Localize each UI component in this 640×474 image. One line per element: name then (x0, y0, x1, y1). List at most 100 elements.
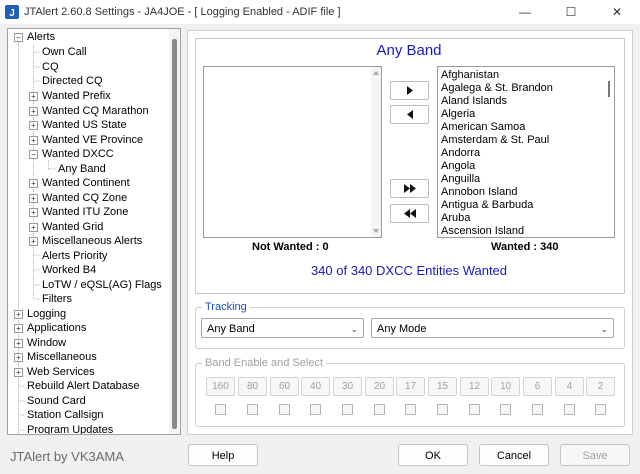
band-button-10[interactable]: 10 (491, 377, 520, 396)
band-button-30[interactable]: 30 (333, 377, 362, 396)
band-button-2[interactable]: 2 (586, 377, 615, 396)
band-button-40[interactable]: 40 (301, 377, 330, 396)
band-checkbox-2[interactable] (595, 404, 606, 415)
expand-icon[interactable]: + (14, 310, 23, 319)
band-checkbox-15[interactable] (437, 404, 448, 415)
list-item[interactable]: Anguilla (441, 173, 480, 186)
not-wanted-list[interactable] (203, 66, 382, 238)
band-button-12[interactable]: 12 (460, 377, 489, 396)
tree-item-wanted-prefix[interactable]: Wanted Prefix (42, 89, 111, 103)
band-checkbox-160[interactable] (215, 404, 226, 415)
expand-icon[interactable]: + (14, 353, 23, 362)
expand-icon[interactable]: + (29, 223, 38, 232)
tree-scrollbar-thumb[interactable] (172, 39, 177, 429)
tree-item-wanted-dxcc[interactable]: Wanted DXCC (42, 147, 114, 161)
band-checkbox-30[interactable] (342, 404, 353, 415)
band-checkbox-80[interactable] (247, 404, 258, 415)
band-button-17[interactable]: 17 (396, 377, 425, 396)
tree-item-miscellaneous[interactable]: Miscellaneous (27, 350, 97, 364)
band-checkbox-6[interactable] (532, 404, 543, 415)
collapse-icon[interactable]: − (29, 150, 38, 159)
tree-scrollbar[interactable] (169, 29, 180, 434)
expand-icon[interactable]: + (29, 237, 38, 246)
expand-icon[interactable]: + (29, 121, 38, 130)
band-button-4[interactable]: 4 (555, 377, 584, 396)
list-item[interactable]: Algeria (441, 108, 475, 121)
list-item[interactable]: Ascension Island (441, 225, 524, 237)
band-checkbox-20[interactable] (374, 404, 385, 415)
tree-item-sound-card[interactable]: Sound Card (27, 394, 86, 408)
expand-icon[interactable]: + (14, 339, 23, 348)
minimize-button[interactable]: — (502, 0, 548, 24)
help-button[interactable]: Help (188, 444, 258, 466)
tree-item-wanted-cq-marathon[interactable]: Wanted CQ Marathon (42, 104, 149, 118)
save-button[interactable]: Save (560, 444, 630, 466)
band-button-15[interactable]: 15 (428, 377, 457, 396)
band-button-6[interactable]: 6 (523, 377, 552, 396)
band-checkbox-17[interactable] (405, 404, 416, 415)
band-button-80[interactable]: 80 (238, 377, 267, 396)
band-checkbox-12[interactable] (469, 404, 480, 415)
list-item[interactable]: Amsterdam & St. Paul (441, 134, 549, 147)
band-button-160[interactable]: 160 (206, 377, 235, 396)
collapse-icon[interactable]: − (14, 33, 23, 42)
tree-item-cq[interactable]: CQ (42, 60, 59, 74)
expand-icon[interactable]: + (14, 368, 23, 377)
tree-item-station-callsign[interactable]: Station Callsign (27, 408, 103, 422)
band-button-20[interactable]: 20 (365, 377, 394, 396)
list-item[interactable]: American Samoa (441, 121, 525, 134)
list-item[interactable]: Aland Islands (441, 95, 507, 108)
tree-item-worked-b4[interactable]: Worked B4 (42, 263, 96, 277)
band-button-60[interactable]: 60 (270, 377, 299, 396)
tree-item-program-updates[interactable]: Program Updates (27, 423, 113, 434)
list-item[interactable]: Antigua & Barbuda (441, 199, 533, 212)
tree-item-wanted-itu-zone[interactable]: Wanted ITU Zone (42, 205, 128, 219)
wanted-scrollbar-thumb[interactable] (608, 81, 610, 97)
tree-item-web-services[interactable]: Web Services (27, 365, 95, 379)
tree-item-miscellaneous-alerts[interactable]: Miscellaneous Alerts (42, 234, 142, 248)
add-all-button[interactable] (390, 179, 429, 198)
tree-item-wanted-ve-province[interactable]: Wanted VE Province (42, 133, 143, 147)
tree-item-own-call[interactable]: Own Call (42, 45, 87, 59)
ok-button[interactable]: OK (398, 444, 468, 466)
tree-item-filters[interactable]: Filters (42, 292, 72, 306)
add-selected-button[interactable] (390, 81, 429, 100)
band-checkbox-10[interactable] (500, 404, 511, 415)
tree-item-wanted-grid[interactable]: Wanted Grid (42, 220, 103, 234)
list-item[interactable]: Andorra (441, 147, 480, 160)
tree-item-wanted-cq-zone[interactable]: Wanted CQ Zone (42, 191, 127, 205)
expand-icon[interactable]: + (29, 136, 38, 145)
tree-item-any-band[interactable]: Any Band (58, 162, 106, 176)
band-checkbox-4[interactable] (564, 404, 575, 415)
not-wanted-scrollbar[interactable] (371, 67, 381, 237)
tracking-band-dropdown[interactable]: Any Band ⌄ (201, 318, 364, 338)
expand-icon[interactable]: + (29, 179, 38, 188)
tree-item-wanted-continent[interactable]: Wanted Continent (42, 176, 130, 190)
tree-item-logging[interactable]: Logging (27, 307, 66, 321)
tree-item-rebuild-alert-database[interactable]: Rebuild Alert Database (27, 379, 140, 393)
wanted-scrollbar[interactable] (604, 67, 614, 237)
wanted-list[interactable]: Afghanistan Agalega & St. Brandon Aland … (437, 66, 615, 238)
tree-item-window[interactable]: Window (27, 336, 66, 350)
list-item[interactable]: Aruba (441, 212, 470, 225)
tree-item-alerts[interactable]: Alerts (27, 30, 55, 44)
band-checkbox-40[interactable] (310, 404, 321, 415)
tree-item-lotw-eqsl-flags[interactable]: LoTW / eQSL(AG) Flags (42, 278, 162, 292)
expand-icon[interactable]: + (29, 107, 38, 116)
tree-item-alerts-priority[interactable]: Alerts Priority (42, 249, 107, 263)
tree-item-directed-cq[interactable]: Directed CQ (42, 74, 103, 88)
remove-all-button[interactable] (390, 204, 429, 223)
cancel-button[interactable]: Cancel (479, 444, 549, 466)
expand-icon[interactable]: + (29, 194, 38, 203)
expand-icon[interactable]: + (14, 324, 23, 333)
settings-tree[interactable]: − Alerts Own Call CQ Directed CQ + Wante… (7, 28, 181, 435)
list-item[interactable]: Angola (441, 160, 475, 173)
expand-icon[interactable]: + (29, 92, 38, 101)
remove-selected-button[interactable] (390, 105, 429, 124)
close-button[interactable]: ✕ (594, 0, 640, 24)
band-checkbox-60[interactable] (279, 404, 290, 415)
tree-item-wanted-us-state[interactable]: Wanted US State (42, 118, 127, 132)
list-item[interactable]: Annobon Island (441, 186, 517, 199)
tracking-mode-dropdown[interactable]: Any Mode ⌄ (371, 318, 614, 338)
list-item[interactable]: Afghanistan (441, 69, 499, 82)
